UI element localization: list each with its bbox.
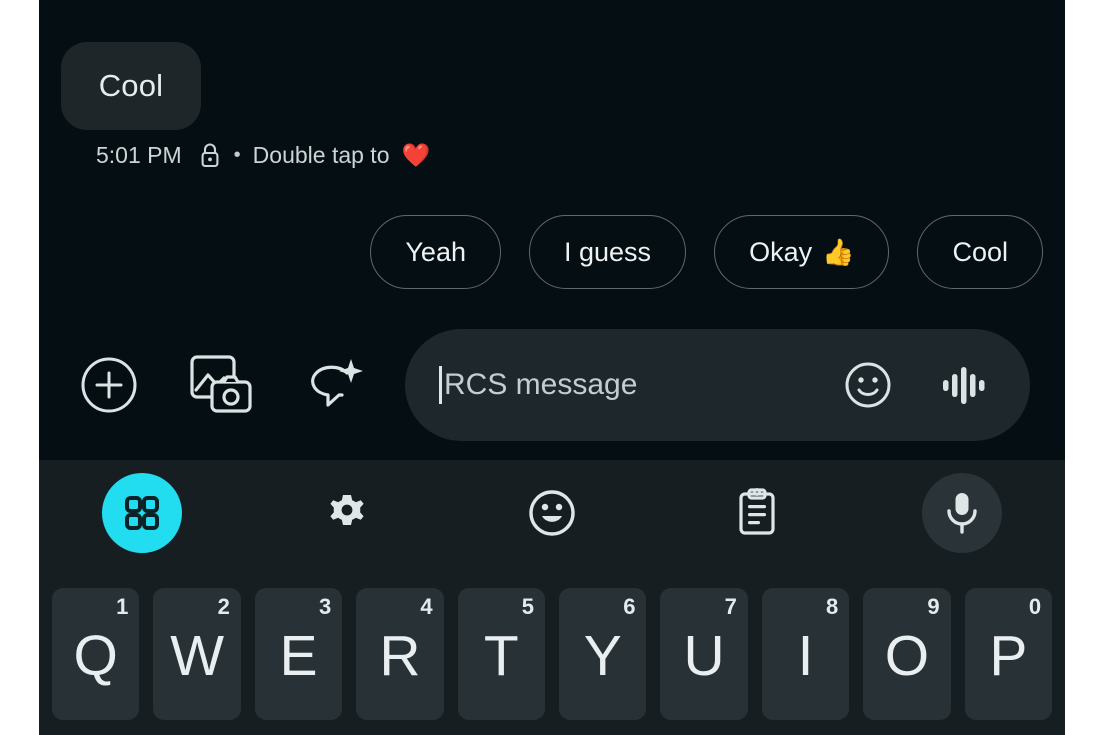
toolbar-slot-emoji [449, 460, 654, 566]
message-input-placeholder: RCS message [444, 368, 638, 401]
clipboard-icon[interactable] [717, 473, 797, 553]
key-number: 0 [1028, 594, 1042, 619]
thumbs-up-icon: 👍 [822, 236, 855, 267]
key-number: 8 [826, 594, 839, 619]
key-e[interactable]: 3 E [254, 588, 343, 720]
message-timestamp: 5:01 PM [96, 141, 182, 168]
key-u[interactable]: 7 U [660, 588, 748, 720]
key-o[interactable]: 9 O [863, 588, 951, 720]
key-number: 5 [521, 594, 535, 619]
magic-compose-icon[interactable] [297, 349, 369, 421]
message-input-field[interactable]: RCS message [405, 329, 1030, 441]
chip-label: Cool [952, 236, 1008, 267]
key-r[interactable]: 4 R [356, 588, 444, 720]
key-t[interactable]: 5 T [457, 588, 546, 720]
toolbar-slot-clipboard [655, 460, 860, 566]
microphone-icon[interactable] [922, 473, 1003, 553]
key-number: 4 [420, 594, 433, 619]
key-letter: U [683, 623, 725, 688]
screenshot-root: Cool 5:01 PM • Double tap to ❤️ Yeah I g… [0, 0, 1104, 735]
key-number: 1 [116, 594, 129, 619]
message-meta-row: 5:01 PM • Double tap to ❤️ [96, 141, 430, 169]
key-letter: P [989, 623, 1028, 688]
key-letter: O [884, 623, 930, 688]
suggestion-chip-yeah[interactable]: Yeah [370, 215, 501, 289]
key-w[interactable]: 2 W [153, 588, 241, 720]
key-number: 2 [217, 594, 230, 619]
lock-icon [198, 141, 222, 169]
toolbar-slot-voice [860, 460, 1065, 566]
keyboard-row-top: 1 Q 2 W 3 E 4 R 5 T 6 Y 7 U 8 I 9 O 0 P [39, 588, 1065, 720]
key-p[interactable]: 0 P [964, 588, 1053, 720]
key-letter: T [483, 623, 519, 688]
key-y[interactable]: 6 Y [559, 588, 647, 720]
double-tap-hint: Double tap to [252, 141, 390, 168]
suggestion-chip-cool[interactable]: Cool [917, 215, 1043, 289]
key-q[interactable]: 1 Q [52, 588, 140, 720]
software-keyboard: 1 Q 2 W 3 E 4 R 5 T 6 Y 7 U 8 I 9 O 0 P [39, 460, 1065, 735]
key-letter: Y [583, 623, 622, 688]
emoji-smiley-icon[interactable] [840, 357, 896, 413]
key-letter: I [797, 623, 814, 688]
key-letter: E [279, 623, 318, 688]
chip-label: Yeah [405, 236, 466, 267]
gear-icon[interactable] [307, 473, 387, 553]
grid-apps-icon[interactable] [101, 473, 182, 553]
meta-separator-dot: • [233, 143, 241, 166]
heart-reaction-icon: ❤️ [401, 141, 431, 168]
key-number: 9 [927, 594, 940, 619]
compose-row: RCS message [39, 329, 1065, 441]
key-number: 3 [318, 594, 332, 619]
toolbar-slot-apps [39, 460, 244, 566]
key-letter: W [170, 623, 225, 688]
message-bubble-text: Cool [98, 68, 164, 103]
key-i[interactable]: 8 I [761, 588, 850, 720]
key-number: 7 [724, 594, 737, 619]
key-letter: R [379, 623, 421, 688]
key-letter: Q [73, 623, 118, 688]
plus-circle-icon[interactable] [73, 349, 145, 421]
emoji-smiley-icon[interactable] [512, 473, 592, 553]
gallery-camera-icon[interactable] [185, 349, 257, 421]
audio-waveform-icon[interactable] [936, 357, 992, 413]
chip-label: Okay [749, 236, 813, 267]
keyboard-toolbar [39, 460, 1065, 566]
smart-reply-chip-row: Yeah I guess Okay 👍 Cool [39, 214, 1065, 290]
phone-screen: Cool 5:01 PM • Double tap to ❤️ Yeah I g… [39, 0, 1065, 735]
suggestion-chip-i-guess[interactable]: I guess [529, 215, 687, 289]
text-cursor [439, 366, 442, 404]
chip-label: I guess [564, 236, 652, 267]
conversation-area: Cool 5:01 PM • Double tap to ❤️ Yeah I g… [39, 0, 1065, 460]
message-bubble-incoming[interactable]: Cool [61, 42, 201, 130]
suggestion-chip-okay[interactable]: Okay 👍 [714, 215, 890, 289]
key-number: 6 [623, 594, 636, 619]
toolbar-slot-settings [244, 460, 449, 566]
